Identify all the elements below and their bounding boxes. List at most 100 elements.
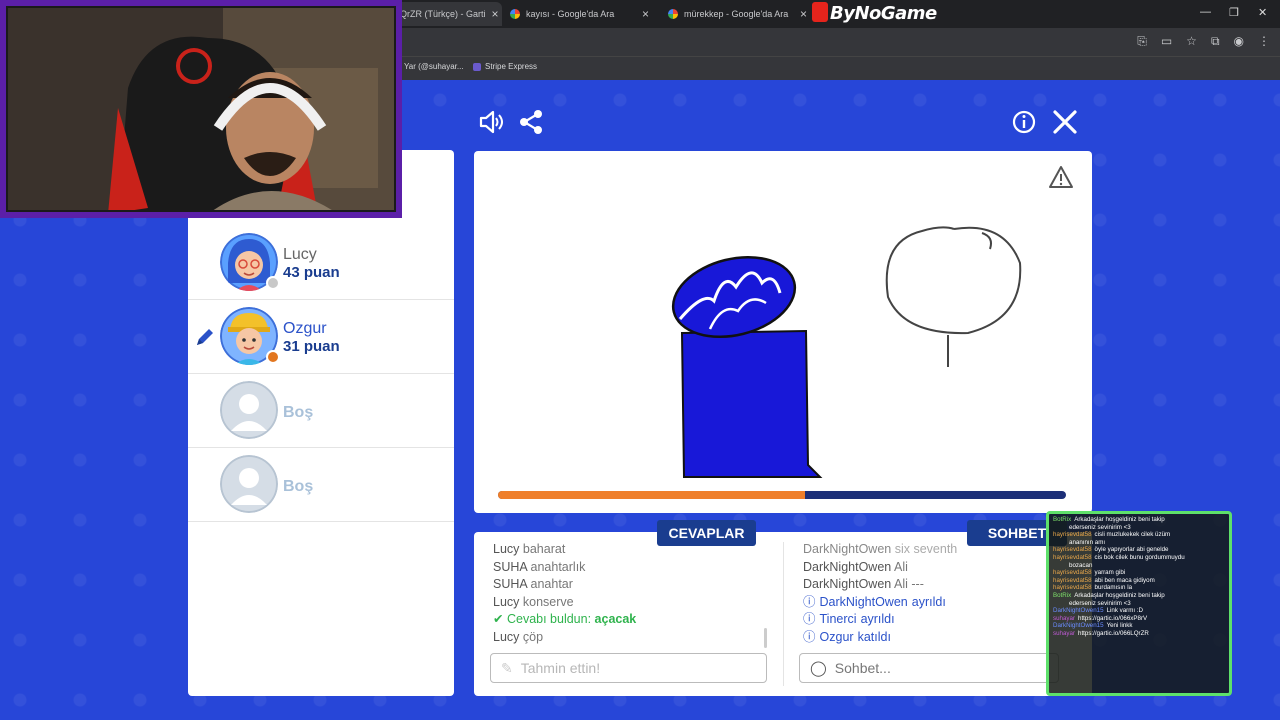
stream-chat-text: ederseniz sevinirim <3	[1069, 523, 1131, 531]
brand-name: ByNoGame	[830, 3, 937, 24]
profile-icon[interactable]: ◉	[1234, 34, 1244, 49]
close-icon[interactable]: ×	[800, 7, 807, 21]
stream-chat-text: bozacan	[1069, 561, 1093, 569]
message-user: SUHA	[493, 577, 528, 591]
message-user: Tinerci	[819, 612, 857, 626]
stream-chat-line: ananının amı	[1049, 539, 1229, 547]
status-indicator	[266, 350, 280, 364]
close-icon[interactable]: ×	[642, 7, 649, 21]
guess-input[interactable]: ✎ Tahmin ettin!	[490, 653, 767, 683]
stream-chat-user: hayrisevdat58	[1053, 531, 1092, 539]
message-text: katıldı	[857, 629, 891, 644]
stream-chat-line: DarkNightOwen15 Yeni linkk	[1049, 622, 1229, 630]
time-progress-fill	[498, 491, 805, 499]
webcam-feed	[6, 6, 396, 212]
chat-message: DarkNightOwen Ali ---	[803, 576, 1083, 594]
bookmark-label: Yar (@suhayar...	[404, 62, 464, 71]
message-user: Lucy	[493, 594, 520, 609]
message-text: Ali	[894, 559, 908, 574]
player-name: Boş	[283, 404, 314, 421]
pencil-icon: ✎	[501, 659, 513, 676]
chat-input[interactable]: ◯ Sohbet...	[799, 653, 1059, 683]
tab-title: QrZR (Türkçe) - Garti	[400, 9, 486, 19]
stream-chat-line: hayrisevdat58 cis bok cilek bunu gordummu…	[1049, 554, 1229, 562]
stream-chat-text: cis bok cilek bunu gordummuydu	[1094, 553, 1185, 561]
chat-message: DarkNightOwen Ali	[803, 559, 1083, 577]
stream-chat-user: hayrisevdat58	[1053, 584, 1092, 592]
maximize-icon[interactable]: ❐	[1229, 6, 1239, 19]
drawing-canvas[interactable]	[474, 151, 1092, 513]
stream-chat-line: hayrisevdat58 öyle yapıyorlar abi genelde	[1049, 546, 1229, 554]
info-icon: ⓘ	[803, 629, 816, 644]
answer-message: Lucy konserve	[493, 594, 773, 612]
info-icon[interactable]	[1010, 108, 1038, 136]
correct-prefix: Cevabı buldun:	[506, 612, 592, 626]
share-icon[interactable]	[518, 108, 546, 136]
stream-chat-line: hayrisevdat58 abi ben maca gidiyom	[1049, 577, 1229, 585]
bookmark-twitter[interactable]: Yar (@suhayar...	[404, 62, 464, 71]
stream-chat-user: suhayar	[1053, 629, 1076, 637]
system-message: ⓘ Tinerci ayrıldı	[803, 611, 1083, 629]
tab-title: mürekkep - Google'da Ara	[684, 9, 789, 19]
player-score: 43 puan	[283, 264, 340, 281]
stream-chat-user: DarkNightOwen15	[1053, 622, 1104, 630]
player-row: Lucy 43 puan	[188, 226, 454, 300]
system-message: ⓘ DarkNightOwen ayrıldı	[803, 594, 1083, 612]
translate-icon[interactable]: ⎘	[1137, 34, 1147, 49]
stream-chat-line: hayrisevdat58 burdamısın la	[1049, 584, 1229, 592]
pencil-icon	[197, 329, 213, 345]
stream-chat-user: DarkNightOwen15	[1053, 607, 1104, 615]
window-close-icon[interactable]: ✕	[1258, 6, 1267, 19]
answers-list: Lucy baharat SUHA anahtarlık SUHA anahta…	[493, 542, 773, 646]
extensions-icon[interactable]: ⧉	[1211, 34, 1220, 49]
stream-chat-text: yarram gibi	[1094, 569, 1126, 577]
player-name: Boş	[283, 478, 314, 495]
player-row-empty: Boş	[188, 448, 454, 522]
minimize-icon[interactable]: —	[1200, 6, 1211, 18]
answers-scrollbar[interactable]	[764, 628, 767, 648]
stream-chat-line: suhayar https://gartic.io/066xP8rV	[1049, 615, 1229, 623]
tab-answers[interactable]: CEVAPLAR	[657, 520, 756, 546]
stream-chat-text: Yeni linkk	[1106, 622, 1133, 630]
stream-chat-text: burdamısın la	[1094, 584, 1133, 592]
guess-input-placeholder: Tahmin ettin!	[520, 660, 601, 676]
tab-murekkep[interactable]: mürekkep - Google'da Ara ×	[660, 2, 815, 26]
checkmark-icon: ✔	[493, 612, 504, 626]
close-icon[interactable]: ×	[492, 7, 499, 21]
stream-chat-text: abi ben maca gidiyom	[1094, 576, 1155, 584]
sound-icon[interactable]	[477, 108, 505, 136]
answers-chat-panel: Lucy baharat SUHA anahtarlık SUHA anahta…	[474, 532, 1092, 696]
brand-logo: ByNoGame	[812, 2, 937, 24]
stream-chat-text: öyle yapıyorlar abi genelde	[1094, 546, 1169, 554]
message-user: DarkNightOwen	[803, 542, 892, 556]
tab-gartic[interactable]: QrZR (Türkçe) - Garti ×	[392, 2, 502, 26]
streamer-video	[8, 8, 394, 210]
system-message: ⓘ Ozgur katıldı	[803, 629, 1083, 647]
stream-chat-text: ananının amı	[1069, 538, 1106, 546]
stream-chat-user: hayrisevdat58	[1053, 576, 1092, 584]
message-user: Lucy	[493, 629, 520, 644]
message-text: ayrıldı	[911, 594, 946, 609]
stream-chat-text: Arkadaşlar hoşgeldiniz beni takip	[1074, 516, 1165, 523]
cast-icon[interactable]: ▭	[1161, 34, 1172, 49]
stream-chat-text: Link varmı :D	[1106, 607, 1144, 615]
menu-icon[interactable]: ⋮	[1258, 34, 1270, 49]
bookmark-star-icon[interactable]: ☆	[1186, 34, 1197, 49]
message-text: six seventh	[894, 542, 958, 556]
stream-chat-line: bozacan	[1049, 562, 1229, 570]
message-user: Lucy	[493, 542, 520, 556]
bookmark-stripe[interactable]: Stripe Express	[473, 62, 537, 71]
stream-chat-line: DarkNightOwen15 Link varmı :D	[1049, 607, 1229, 615]
exit-icon[interactable]	[1051, 108, 1079, 136]
chat-list: DarkNightOwen six seventh DarkNightOwen …	[803, 542, 1083, 647]
chat-input-placeholder: Sohbet...	[834, 660, 891, 676]
message-text: konserve	[522, 594, 574, 609]
stream-chat-text: https://gartic.io/066xP8rV	[1078, 614, 1148, 622]
empty-avatar-icon	[220, 381, 278, 439]
stream-chat-user: hayrisevdat58	[1053, 553, 1092, 561]
player-name: Lucy	[283, 246, 317, 263]
stream-chat-line: hayrisevdat58 cisli muzlukekek cilek üzüm	[1049, 531, 1229, 539]
message-text: baharat	[522, 542, 566, 556]
tab-kayisi[interactable]: kayısı - Google'da Ara ×	[502, 2, 657, 26]
status-indicator	[266, 276, 280, 290]
